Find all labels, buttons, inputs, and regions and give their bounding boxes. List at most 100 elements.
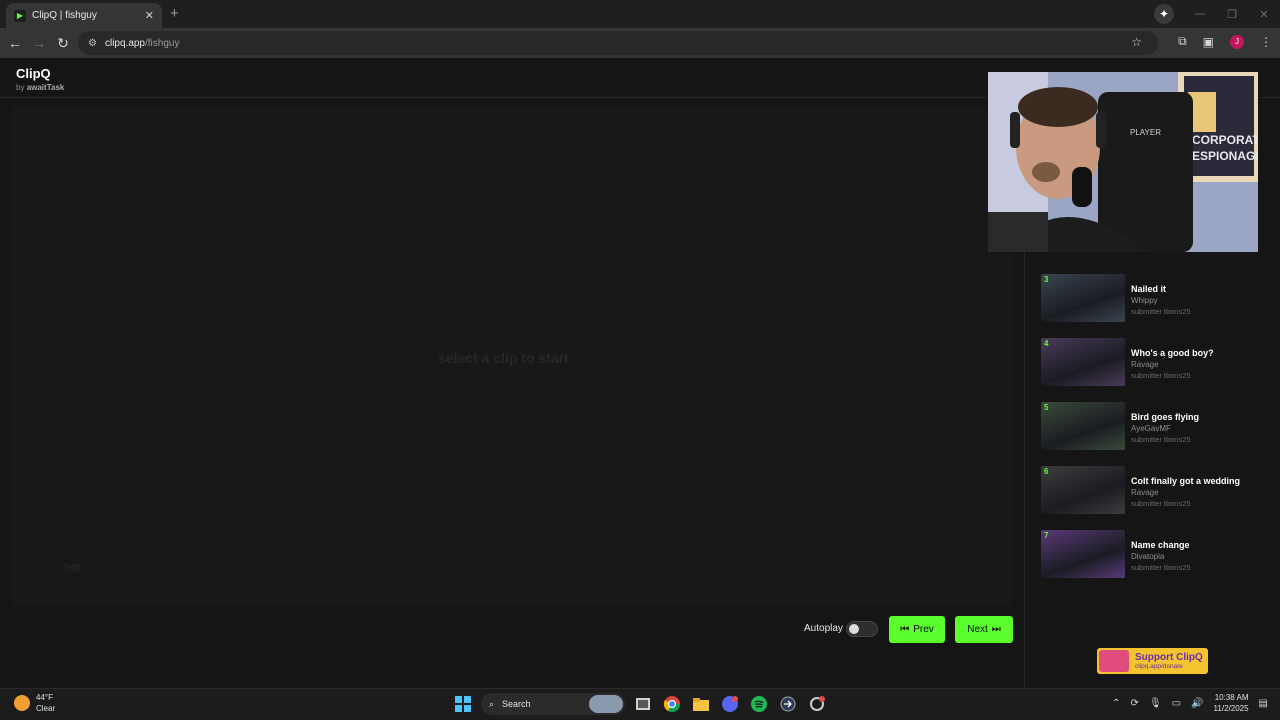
volume-icon[interactable]: 🔊: [1191, 698, 1203, 709]
webcam-image: CORPORATE ESPIONAGE PLAYER: [988, 72, 1258, 252]
heart-icon: [1099, 650, 1129, 672]
search-highlight-image: [589, 695, 623, 713]
webcam-overlay: CORPORATE ESPIONAGE PLAYER: [988, 72, 1258, 252]
extensions-icon[interactable]: ⧉: [1178, 34, 1187, 49]
system-tray: ⌃ ⟳ 🎙 ▭ 🔊 10:38 AM 11/2/2025 ▤: [1112, 692, 1268, 714]
weather-condition: Clear: [36, 704, 56, 713]
clock[interactable]: 10:38 AM 11/2/2025: [1214, 692, 1249, 714]
clip-number: 6: [1044, 467, 1049, 476]
search-label: Search: [502, 699, 531, 709]
clip-submitter: submitter tboris25: [1131, 435, 1191, 444]
queue-item[interactable]: 6 Colt finally got a wedding Ravage submitt…: [1041, 466, 1261, 516]
discord-icon[interactable]: [719, 693, 741, 715]
skip-previous-icon: ⏮: [900, 624, 910, 635]
clip-number: 4: [1044, 339, 1049, 348]
site-info-icon[interactable]: ⚙: [88, 38, 97, 49]
clip-thumbnail: [1041, 530, 1125, 578]
autoplay-label: Autoplay: [804, 623, 843, 634]
browser-tab[interactable]: ▶ ClipQ | fishguy ✕: [6, 3, 162, 28]
clip-title: Colt finally got a wedding: [1131, 476, 1240, 486]
skip-next-icon: ⏭: [991, 624, 1001, 635]
maximize-icon[interactable]: ❐: [1216, 8, 1248, 21]
minimize-icon[interactable]: —: [1184, 8, 1216, 20]
queue-item[interactable]: 7 Name change Divatopia submitter tboris25: [1041, 530, 1261, 580]
next-button[interactable]: Next ⏭: [955, 616, 1013, 643]
taskbar-apps: ⌕ Search: [452, 692, 828, 716]
clip-thumbnail: [1041, 338, 1125, 386]
prev-button[interactable]: ⏮ Prev: [889, 616, 945, 643]
clip-submitter: submitter tboris25: [1131, 563, 1191, 572]
clip-submitter: submitter tboris25: [1131, 499, 1191, 508]
menu-kebab-icon[interactable]: ⋮: [1260, 35, 1272, 49]
forward-arrow-icon[interactable]: →: [27, 35, 51, 51]
clip-submitter: submitter tboris25: [1131, 307, 1191, 316]
app-arrow-icon[interactable]: [777, 693, 799, 715]
browser-tab-bar: ▶ ClipQ | fishguy ✕ + ✦ — ❐ ✕: [0, 0, 1280, 28]
queue-item[interactable]: 3 Nailed it Whippy submitter tboris25: [1041, 274, 1261, 324]
network-icon[interactable]: ▭: [1172, 698, 1181, 709]
support-clipq-button[interactable]: Support ClipQ clipq.app/donate: [1097, 648, 1208, 674]
clip-title: Bird goes flying: [1131, 412, 1200, 422]
clip-creator: Whippy: [1131, 296, 1158, 305]
clip-thumbnail: [1041, 466, 1125, 514]
prev-label: Prev: [913, 624, 934, 635]
profile-avatar[interactable]: J: [1230, 34, 1244, 49]
windows-start-icon[interactable]: [452, 693, 474, 715]
support-url: clipq.app/donate: [1135, 663, 1183, 670]
chrome-icon[interactable]: [661, 693, 683, 715]
next-label: Next: [967, 624, 988, 635]
back-arrow-icon[interactable]: ←: [3, 35, 27, 51]
weather-widget[interactable]: 44°F Clear: [14, 692, 55, 714]
clip-creator: Ravage: [1131, 360, 1159, 369]
new-tab-icon[interactable]: +: [170, 5, 179, 22]
spotify-icon[interactable]: [748, 693, 770, 715]
app-byline: by awaitTask: [16, 83, 64, 92]
window-controls: ✦ — ❐ ✕: [1154, 0, 1280, 28]
clip-title: Name change: [1131, 540, 1190, 550]
taskbar-search[interactable]: ⌕ Search: [481, 693, 625, 715]
url-host: clipq.app: [104, 37, 145, 49]
support-title: Support ClipQ: [1135, 652, 1203, 663]
player-placeholder-text: select a clip to start: [438, 350, 569, 366]
clock-date: 11/2/2025: [1213, 704, 1249, 713]
clip-creator: AyeGavMF: [1131, 424, 1171, 433]
reload-icon[interactable]: ↻: [51, 35, 75, 52]
weather-moon-icon: [14, 695, 30, 711]
clip-creator: Divatopia: [1131, 552, 1165, 561]
autoplay-toggle[interactable]: [846, 621, 878, 637]
toolbar-actions: ⧉ ▣ J ⋮: [1178, 34, 1272, 49]
task-view-icon[interactable]: [632, 693, 654, 715]
cast-icon[interactable]: ▣: [1203, 35, 1214, 49]
byline-prefix: by: [16, 83, 25, 92]
url-path: /fishguy: [145, 37, 180, 49]
queue-item[interactable]: 4 Who's a good boy? Ravage submitter tboris…: [1041, 338, 1261, 388]
clip-number: 7: [1044, 531, 1049, 540]
clip-creator: Ravage: [1131, 488, 1159, 497]
microphone-icon[interactable]: 🎙: [1149, 698, 1162, 709]
play-favicon-icon: ▶: [14, 9, 26, 22]
clip-number: 5: [1044, 403, 1049, 412]
gemini-icon[interactable]: ✦: [1154, 4, 1174, 24]
queue-item[interactable]: 5 Bird goes flying AyeGavMF submitter tbori…: [1041, 402, 1261, 452]
clip-title: Nailed it: [1131, 284, 1167, 294]
player-timecode: 0:00: [63, 563, 81, 573]
app-brand[interactable]: ClipQ: [16, 66, 51, 81]
clock-time: 10:38 AM: [1214, 693, 1249, 702]
bookmark-star-icon[interactable]: ☆: [1131, 35, 1142, 49]
address-bar[interactable]: ⚙ clipq.app/fishguy ☆: [78, 31, 1158, 55]
toggle-knob: [849, 624, 859, 634]
close-tab-icon[interactable]: ✕: [145, 9, 154, 22]
chevron-up-icon[interactable]: ⌃: [1112, 698, 1120, 709]
settings-app-icon[interactable]: [806, 693, 828, 715]
search-icon: ⌕: [489, 698, 495, 709]
clip-thumbnail: [1041, 402, 1125, 450]
file-explorer-icon[interactable]: [690, 693, 712, 715]
svg-text:PLAYER: PLAYER: [1130, 128, 1161, 137]
tab-title: ClipQ | fishguy: [32, 10, 97, 21]
sign-line1: CORPORATE: [1192, 133, 1258, 147]
sync-icon[interactable]: ⟳: [1131, 698, 1139, 709]
clip-submitter: submitter tboris25: [1131, 371, 1191, 380]
close-window-icon[interactable]: ✕: [1248, 8, 1280, 21]
notification-icon[interactable]: ▤: [1259, 698, 1268, 709]
browser-toolbar: ← → ↻ ⚙ clipq.app/fishguy ☆ ⧉ ▣ J ⋮: [0, 28, 1280, 58]
